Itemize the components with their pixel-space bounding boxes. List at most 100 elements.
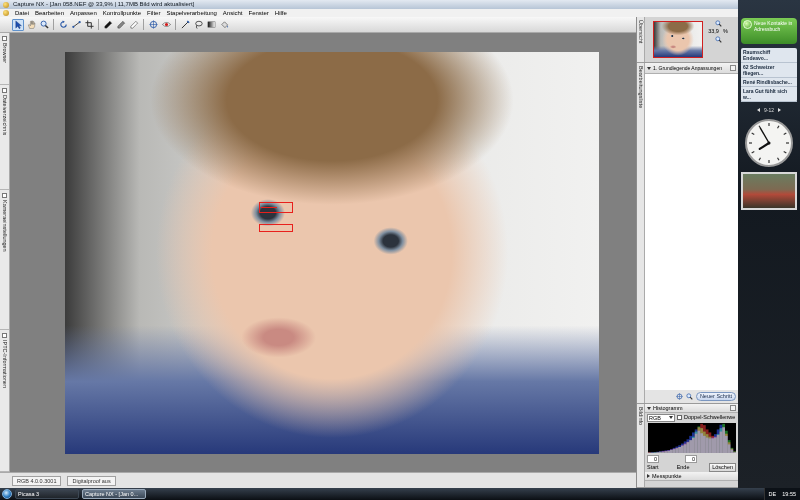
double-threshold-label[interactable]: Doppel-Schwellenwe [684, 414, 735, 421]
panel-toggle[interactable] [2, 193, 7, 198]
feed-headline[interactable]: 62 Schweizer fliegen... [741, 63, 797, 78]
language-indicator[interactable]: DE [769, 491, 777, 498]
histogram-bar [698, 426, 701, 453]
line-tool[interactable] [179, 19, 191, 31]
end-field[interactable]: 0 [685, 455, 697, 463]
panel-tab[interactable]: Kameraeinstellungen [0, 190, 9, 330]
menu-item[interactable]: Bearbeiten [35, 9, 64, 17]
gradient-tool[interactable] [205, 19, 217, 31]
panel-toggle[interactable] [2, 36, 7, 41]
histogram-bar [656, 452, 659, 453]
histogram-title[interactable]: Histogramm [653, 405, 683, 412]
histogram-bar [700, 424, 703, 453]
histogram-bar [665, 451, 668, 453]
colorpoint-tool[interactable] [147, 19, 159, 31]
previous-icon[interactable] [757, 108, 760, 112]
channel-select[interactable]: RGB [647, 414, 675, 422]
panel-tab[interactable]: Übersicht [637, 17, 645, 62]
taskbar-button[interactable]: Picasa 3 [15, 489, 79, 499]
arrow-tool[interactable] [12, 19, 24, 31]
lasso-tool[interactable] [192, 19, 204, 31]
step-toggle-icon[interactable] [730, 65, 736, 71]
fill-tool[interactable] [218, 19, 230, 31]
histogram-bar [681, 444, 684, 453]
histogram-bar [659, 452, 662, 453]
panel-tab[interactable]: Bearbeitungsliste [637, 63, 645, 403]
menu-item[interactable]: Stapelverarbeitung [166, 9, 216, 17]
panel-toggle[interactable] [2, 88, 7, 93]
expand-arrow[interactable] [647, 67, 651, 70]
menu-item[interactable]: Fenster [249, 9, 269, 17]
measure-points-label[interactable]: Messpunkte [652, 473, 682, 480]
menu-item[interactable]: Kontrollpunkte [103, 9, 141, 17]
histogram-bar [725, 434, 728, 453]
histogram-bar [728, 444, 731, 453]
whitepoint-tool[interactable] [128, 19, 140, 31]
edit-step[interactable]: 1. Grundlegende Anpassungen [645, 63, 738, 74]
panel-label[interactable]: IPTC-Informationen [1, 340, 8, 388]
zoom-value[interactable]: 33,9 [708, 28, 719, 35]
panel-tab-label[interactable]: Bearbeitungsliste [637, 66, 644, 403]
menu-item[interactable]: Anpassen [70, 9, 97, 17]
zoom-tool[interactable] [38, 19, 50, 31]
panel-tab-label[interactable]: Bildinfo [637, 407, 644, 487]
panel-menu-icon[interactable] [730, 405, 736, 411]
panel-tab[interactable]: Bildinfo [637, 404, 645, 487]
menu-item[interactable]: Datei [15, 9, 29, 17]
contacts-gadget[interactable]: Neue Kontakte in Adressbuch [741, 18, 797, 44]
straighten-tool[interactable] [70, 19, 82, 31]
menu-item[interactable]: Ansicht [223, 9, 243, 17]
step-label[interactable]: 1. Grundlegende Anpassungen [653, 65, 722, 71]
histogram-bar [725, 431, 728, 453]
straighten-icon [72, 20, 81, 29]
crop-tool[interactable] [83, 19, 95, 31]
rotate-tool[interactable] [57, 19, 69, 31]
feed-headline[interactable]: René Rindlisbache... [741, 78, 797, 87]
panel-tab[interactable]: Browser [0, 33, 9, 85]
panel-label[interactable]: Browser [1, 43, 8, 63]
toolbar-separator [143, 19, 144, 30]
next-icon[interactable] [778, 108, 781, 112]
overview-thumbnail[interactable] [653, 21, 703, 58]
blackpoint-tool[interactable] [102, 19, 114, 31]
taskbar-button[interactable]: Capture NX - [Jan 0... [82, 489, 146, 499]
neutralpoint-tool[interactable] [115, 19, 127, 31]
photo[interactable] [65, 52, 599, 454]
feed-headline[interactable]: Raumschiff Endeavo... [741, 48, 797, 63]
redeye-tool[interactable] [160, 19, 172, 31]
histogram-bar [678, 445, 681, 453]
status-field[interactable]: Digitalproof aus [67, 476, 115, 486]
panel-tab[interactable]: Dateiverzeichnis [0, 85, 9, 190]
clear-button[interactable]: Löschen [709, 463, 736, 472]
menu-item[interactable]: Filter [147, 9, 160, 17]
measure-points-header[interactable]: Messpunkte [645, 472, 738, 481]
threshold-labels: StartEndeLöschen [645, 463, 738, 472]
expand-arrow[interactable] [647, 474, 650, 478]
panel-tab-label[interactable]: Übersicht [637, 20, 644, 62]
control-point-line[interactable] [261, 207, 277, 208]
panel-label[interactable]: Kameraeinstellungen [1, 200, 8, 252]
hand-tool[interactable] [25, 19, 37, 31]
channel-value[interactable]: RGB [649, 415, 661, 421]
editor-area: Browser Dateiverzeichnis Kameraeinstellung… [0, 17, 636, 488]
feed-headline[interactable]: Lara Gut fühlt sich w... [741, 87, 797, 102]
start-button[interactable] [2, 489, 12, 499]
panel-tab[interactable]: IPTC-Informationen [0, 330, 9, 472]
app-menu-icon[interactable] [3, 10, 9, 16]
histogram-header[interactable]: Histogramm [645, 404, 738, 413]
start-field[interactable]: 0 [647, 455, 659, 463]
menu-item[interactable]: Hilfe [275, 9, 287, 17]
expand-arrow[interactable] [647, 407, 651, 410]
double-threshold-checkbox[interactable] [677, 415, 682, 420]
histogram-bar [670, 450, 673, 453]
zoom-control: 33,9% [703, 17, 733, 62]
panel-label[interactable]: Dateiverzeichnis [1, 95, 8, 135]
slideshow-photo[interactable] [741, 172, 797, 210]
histogram-bar [684, 441, 687, 453]
gadget-notice[interactable]: Neue Kontakte in Adressbuch [754, 20, 795, 32]
panel-toggle[interactable] [2, 333, 7, 338]
dropdown-arrow-icon[interactable] [669, 416, 673, 419]
new-step-button[interactable]: Neuer Schritt [696, 392, 736, 401]
control-point-box[interactable] [259, 224, 293, 232]
clock-time[interactable]: 19:55 [782, 491, 796, 498]
